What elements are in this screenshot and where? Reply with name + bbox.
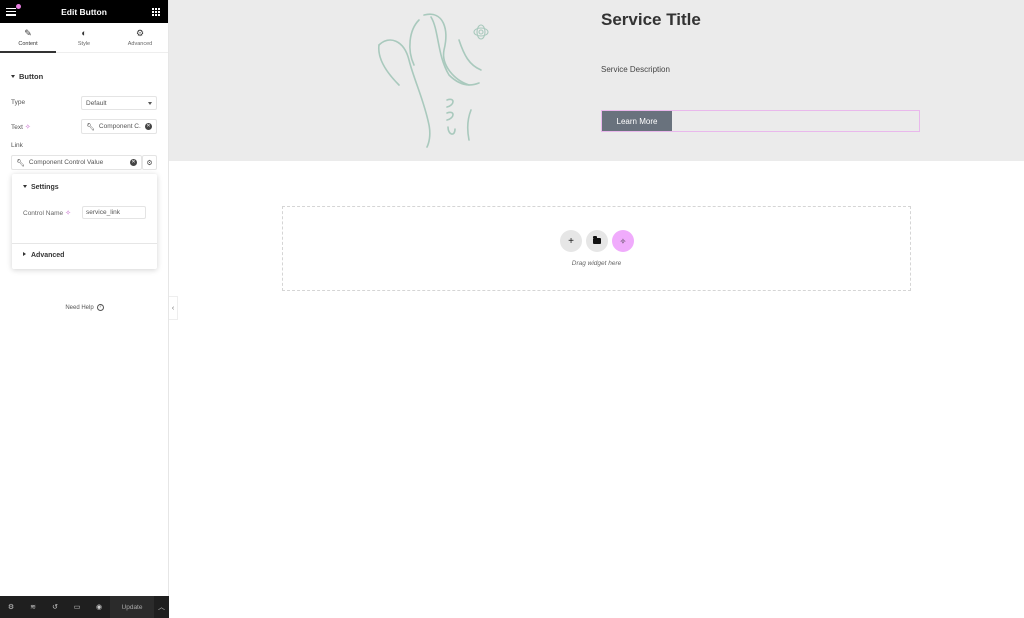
service-title[interactable]: Service Title (601, 10, 701, 30)
hamburger-icon[interactable] (6, 3, 21, 16)
tab-label: Style (77, 40, 91, 47)
learn-more-button[interactable]: Learn More (602, 111, 672, 131)
caret-right-icon (23, 252, 26, 257)
tab-content[interactable]: ✎ Content (0, 23, 56, 53)
tab-style[interactable]: ◐ Style (56, 23, 112, 52)
section-title: Button (19, 72, 44, 81)
link-options-button[interactable]: ⚙ (142, 155, 157, 170)
text-label: Text (11, 124, 23, 131)
empty-container-dropzone[interactable]: + ✧ Drag widget here (282, 206, 911, 291)
type-label: Type (11, 99, 26, 106)
responsive-icon[interactable]: ▭ (66, 603, 88, 611)
need-help-link[interactable]: Need Help? (0, 304, 169, 311)
control-name-label-row: Control Name ✧ (23, 209, 71, 217)
update-button[interactable]: Update (110, 596, 154, 618)
gear-icon: ⚙ (146, 159, 153, 167)
chevron-down-icon (148, 101, 152, 105)
chevron-up-icon[interactable]: ︿ (154, 602, 169, 612)
tab-label: Content (18, 40, 38, 47)
editor-app: Edit Button ✎ Content ◐ Style ⚙ Advanced… (0, 0, 1024, 618)
link-dynamic-field[interactable]: 🔧︎ Component Control Value ✕ (11, 155, 142, 170)
plus-icon: + (568, 235, 574, 247)
type-select[interactable]: Default (81, 96, 157, 110)
notification-dot (16, 3, 21, 9)
clear-icon[interactable]: ✕ (145, 123, 152, 130)
control-name-label: Control Name (23, 210, 64, 217)
pencil-icon: ✎ (24, 27, 32, 38)
text-label-row: Text ✧ (11, 123, 31, 131)
caret-down-icon (11, 74, 15, 78)
history-icon[interactable]: ↺ (44, 603, 66, 611)
template-library-button[interactable] (586, 230, 608, 252)
preview-eye-icon[interactable]: ◉ (88, 603, 110, 611)
editor-panel: Edit Button ✎ Content ◐ Style ⚙ Advanced… (0, 0, 169, 618)
button-widget-selected[interactable]: Learn More (601, 110, 920, 132)
half-circle-icon: ◐ (81, 27, 87, 38)
service-description[interactable]: Service Description (601, 65, 670, 74)
text-field-value: Component C... (98, 123, 141, 130)
ai-sparkle-icon[interactable]: ✧ (65, 210, 71, 217)
advanced-title: Advanced (31, 252, 65, 259)
gear-icon: ⚙ (135, 27, 145, 38)
text-dynamic-field[interactable]: 🔧︎ Component C... ✕ (81, 119, 157, 134)
ai-sparkle-icon: ✧ (619, 236, 627, 246)
need-help-label: Need Help (65, 305, 94, 312)
folder-icon (593, 236, 601, 244)
link-label: Link (11, 142, 23, 149)
settings-gear-icon[interactable]: ⚙ (0, 603, 22, 611)
dropzone-actions: + ✧ (560, 230, 634, 252)
settings-toggle[interactable]: Settings (23, 184, 59, 191)
panel-header: Edit Button (0, 0, 168, 23)
link-settings-popover: Settings Control Name ✧ service_link Adva… (12, 174, 157, 269)
link-field-value: Component Control Value (28, 159, 104, 166)
tab-label: Advanced (127, 40, 153, 47)
panel-title: Edit Button (61, 6, 107, 17)
advanced-toggle[interactable]: Advanced (23, 252, 64, 259)
woman-illustration (378, 13, 489, 148)
section-toggle-button[interactable]: Button (11, 72, 43, 81)
layers-icon[interactable]: ≋ (22, 603, 44, 611)
settings-title: Settings (31, 184, 59, 191)
panel-tabs: ✎ Content ◐ Style ⚙ Advanced (0, 23, 168, 53)
wrench-icon: 🔧︎ (86, 123, 95, 131)
chevron-left-icon: ‹ (171, 304, 175, 312)
caret-down-icon (23, 184, 27, 188)
collapse-panel-button[interactable]: ‹ (169, 296, 178, 320)
wrench-icon: 🔧︎ (16, 159, 25, 167)
ai-generate-button[interactable]: ✧ (612, 230, 634, 252)
type-select-value: Default (86, 99, 107, 107)
grid-icon[interactable] (152, 7, 160, 16)
tab-advanced[interactable]: ⚙ Advanced (112, 23, 168, 52)
ai-sparkle-icon[interactable]: ✧ (25, 124, 31, 131)
service-hero-section[interactable]: Service Title Service Description Learn … (169, 0, 1024, 161)
panel-footer: ⚙ ≋ ↺ ▭ ◉ Update ︿ (0, 596, 169, 618)
control-name-input[interactable]: service_link (82, 206, 146, 219)
dropzone-hint: Drag widget here (571, 260, 622, 267)
add-element-button[interactable]: + (560, 230, 582, 252)
help-icon: ? (96, 304, 104, 311)
divider (12, 243, 157, 244)
clear-icon[interactable]: ✕ (130, 159, 137, 166)
